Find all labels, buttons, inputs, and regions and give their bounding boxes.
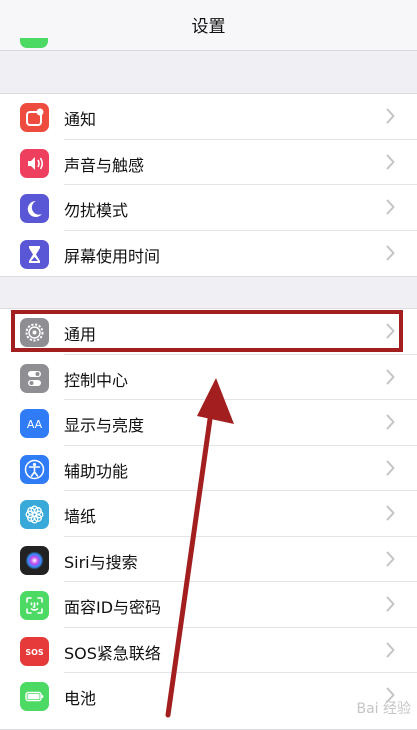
settings-row-sounds[interactable]: 声音与触感 [0, 140, 417, 185]
face-id-icon [20, 591, 49, 620]
sounds-icon [20, 148, 49, 178]
chevron-right-icon [386, 369, 395, 384]
chevron-right-icon [386, 551, 395, 566]
settings-row-face-id[interactable]: 面容ID与密码 [0, 582, 417, 628]
page-title: 设置 [191, 17, 226, 37]
previous-row-peek [0, 38, 417, 50]
sos-icon-text: SOS [25, 648, 44, 657]
row-label: 声音与触感 [64, 155, 145, 175]
siri-icon [20, 545, 49, 575]
chevron-right-icon [386, 414, 395, 430]
chevron-right-icon [386, 596, 395, 612]
settings-row-control-center[interactable]: 控制中心 [0, 355, 417, 400]
row-label: 墙纸 [64, 507, 97, 526]
row-label: 控制中心 [64, 370, 129, 390]
row-label: 勿扰模式 [64, 201, 129, 220]
row-label: 通知 [64, 110, 97, 129]
do-not-disturb-icon [20, 194, 49, 223]
chevron-right-icon [386, 505, 395, 521]
screen-time-icon [20, 239, 49, 269]
settings-row-wallpaper[interactable]: 墙纸 [0, 491, 417, 537]
row-label: 显示与亮度 [64, 416, 145, 435]
row-label: 辅助功能 [64, 461, 129, 481]
cellular-icon [20, 38, 48, 48]
chevron-right-icon [386, 108, 395, 124]
highlight-box [11, 310, 403, 352]
accessibility-icon [20, 454, 49, 484]
row-label: Siri与搜索 [64, 552, 138, 572]
settings-row-notifications[interactable]: 通知 [0, 94, 417, 140]
settings-group-notifications: 通知 声音与触感 勿扰模式 屏幕使用时间 [0, 93, 417, 277]
chevron-right-icon [386, 199, 395, 215]
battery-icon [20, 682, 49, 711]
row-label: 面容ID与密码 [64, 598, 162, 617]
sos-icon: SOS [20, 636, 49, 666]
settings-row-accessibility[interactable]: 辅助功能 [0, 446, 417, 491]
settings-row-do-not-disturb[interactable]: 勿扰模式 [0, 185, 417, 231]
chevron-right-icon [386, 245, 395, 260]
settings-row-emergency-sos[interactable]: SOS SOS紧急联络 [0, 628, 417, 673]
navigation-bar: 设置 [0, 0, 417, 51]
settings-row-display-brightness[interactable]: AA 显示与亮度 [0, 400, 417, 446]
control-center-icon [20, 363, 49, 393]
chevron-right-icon [386, 642, 395, 657]
settings-row-siri-search[interactable]: Siri与搜索 [0, 537, 417, 582]
watermark: Bai 经验 [356, 701, 411, 717]
notifications-icon [20, 103, 49, 132]
row-label: SOS紧急联络 [64, 643, 161, 663]
settings-group-general: 通用 控制中心 AA 显示与亮度 辅助功能 墙纸 Siri与搜索 面容ID与密码… [0, 308, 417, 730]
settings-row-screen-time[interactable]: 屏幕使用时间 [0, 231, 417, 277]
chevron-right-icon [386, 460, 395, 475]
wallpaper-icon [20, 500, 49, 529]
row-label: 电池 [64, 689, 97, 708]
settings-row-battery[interactable]: 电池 [0, 673, 417, 719]
row-label: 屏幕使用时间 [64, 246, 161, 266]
chevron-right-icon [386, 154, 395, 169]
display-icon-text: AA [27, 418, 43, 431]
display-brightness-icon: AA [20, 409, 49, 438]
